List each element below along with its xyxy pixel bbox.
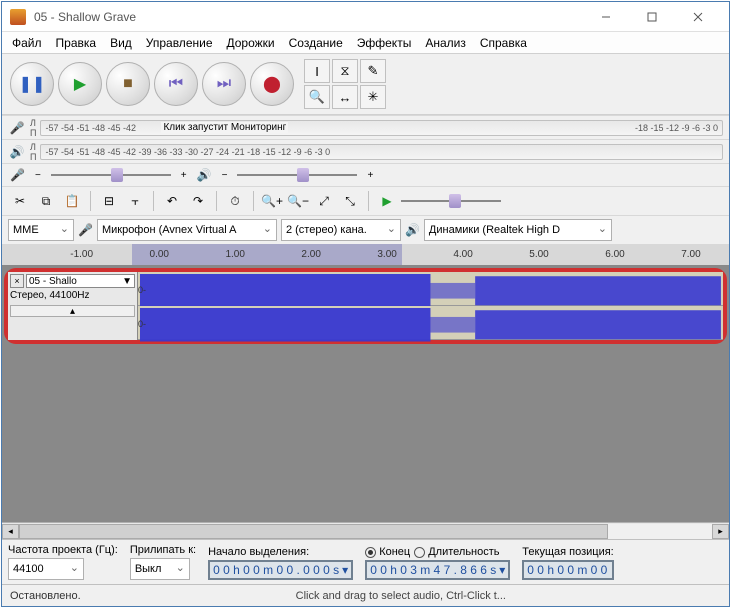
scroll-left-button[interactable]: ◂ bbox=[2, 524, 19, 539]
snap-combo[interactable]: Выкл bbox=[130, 558, 190, 580]
snap-label: Прилипать к: bbox=[130, 544, 196, 556]
rec-vol-icon: 🎤 bbox=[10, 168, 25, 182]
track-header[interactable]: × 05 - Shallo▼ Стерео, 44100Hz ▴ bbox=[8, 272, 138, 340]
menubar: Файл Правка Вид Управление Дорожки Созда… bbox=[2, 32, 729, 54]
envelope-tool[interactable]: ⧖ bbox=[332, 59, 358, 83]
play-speed-slider[interactable] bbox=[401, 194, 501, 208]
scroll-thumb[interactable] bbox=[19, 524, 608, 539]
record-button[interactable]: ⬤ bbox=[250, 62, 294, 106]
horizontal-scrollbar[interactable]: ◂ ▸ bbox=[2, 522, 729, 539]
waveform-area[interactable]: 0- 0- bbox=[138, 272, 723, 340]
draw-tool[interactable]: ✎ bbox=[360, 59, 386, 83]
zoom-in-button[interactable]: 🔍+ bbox=[260, 190, 284, 212]
channels-combo[interactable]: 2 (стерео) кана. bbox=[281, 219, 401, 241]
statusbar: Остановлено. Click and drag to select au… bbox=[2, 584, 729, 606]
menu-view[interactable]: Вид bbox=[104, 34, 138, 52]
project-rate-combo[interactable]: 44100 bbox=[8, 558, 84, 580]
menu-effects[interactable]: Эффекты bbox=[351, 34, 418, 52]
status-hint: Click and drag to select audio, Ctrl-Cli… bbox=[81, 590, 721, 602]
record-device-combo[interactable]: Микрофон (Avnex Virtual A bbox=[97, 219, 277, 241]
zoom-out-button[interactable]: 🔍− bbox=[286, 190, 310, 212]
redo-button[interactable]: ↷ bbox=[186, 190, 210, 212]
record-meter-row: 🎤 ЛП -57 -54 -51 -48 -45 -42-18 -15 -12 … bbox=[2, 115, 729, 139]
app-icon bbox=[10, 9, 26, 25]
undo-button[interactable]: ↶ bbox=[160, 190, 184, 212]
menu-file[interactable]: Файл bbox=[6, 34, 48, 52]
status-left: Остановлено. bbox=[10, 590, 81, 602]
menu-control[interactable]: Управление bbox=[140, 34, 219, 52]
play-at-speed-button[interactable]: ▶ bbox=[375, 190, 399, 212]
selection-tool[interactable]: I bbox=[304, 59, 330, 83]
menu-help[interactable]: Справка bbox=[474, 34, 533, 52]
pause-button[interactable]: ❚❚ bbox=[10, 62, 54, 106]
transport-toolbar: ❚❚ ▶ ■ ⏮ ⏭ ⬤ I ⧖ ✎ 🔍 ↔ ✳ bbox=[2, 54, 729, 115]
monitoring-hint: Клик запустит Мониторинг bbox=[161, 122, 288, 133]
close-button[interactable] bbox=[675, 2, 721, 32]
menu-analyze[interactable]: Анализ bbox=[419, 34, 472, 52]
timeline-area: -1.00 0.00 1.00 2.00 3.00 4.00 5.00 6.00… bbox=[2, 244, 729, 522]
menu-edit[interactable]: Правка bbox=[50, 34, 103, 52]
sync-lock-button[interactable]: ⏱ bbox=[223, 190, 247, 212]
waveform-right bbox=[140, 308, 721, 342]
window-title: 05 - Shallow Grave bbox=[34, 10, 583, 24]
track-close-button[interactable]: × bbox=[10, 274, 24, 288]
time-ruler[interactable]: -1.00 0.00 1.00 2.00 3.00 4.00 5.00 6.00… bbox=[2, 244, 729, 266]
silence-button[interactable]: ⫟ bbox=[123, 190, 147, 212]
fit-selection-button[interactable]: ⤢ bbox=[312, 190, 336, 212]
trim-button[interactable]: ⊟ bbox=[97, 190, 121, 212]
fit-project-button[interactable]: ⤡ bbox=[338, 190, 362, 212]
record-volume-slider[interactable] bbox=[51, 168, 171, 182]
copy-button[interactable]: ⧉ bbox=[34, 190, 58, 212]
minimize-button[interactable] bbox=[583, 2, 629, 32]
record-meter[interactable]: -57 -54 -51 -48 -45 -42-18 -15 -12 -9 -6… bbox=[40, 120, 723, 136]
playback-device-combo[interactable]: Динамики (Realtek High D bbox=[424, 219, 612, 241]
selection-end-time[interactable]: 0 0 h 0 3 m 4 7 . 8 6 6 s▾ bbox=[365, 560, 510, 580]
mic-device-icon: 🎤 bbox=[78, 223, 93, 237]
stop-button[interactable]: ■ bbox=[106, 62, 150, 106]
skip-start-button[interactable]: ⏮ bbox=[154, 62, 198, 106]
paste-button[interactable]: 📋 bbox=[60, 190, 84, 212]
titlebar: 05 - Shallow Grave bbox=[2, 2, 729, 32]
track-1: × 05 - Shallo▼ Стерео, 44100Hz ▴ 0- 0- bbox=[4, 268, 727, 344]
menu-tracks[interactable]: Дорожки bbox=[221, 34, 281, 52]
mic-icon: 🎤 bbox=[8, 121, 26, 135]
cut-button[interactable]: ✂ bbox=[8, 190, 32, 212]
speaker-device-icon: 🔊 bbox=[405, 223, 420, 237]
project-rate-label: Частота проекта (Гц): bbox=[8, 544, 118, 556]
selection-bar: Частота проекта (Гц): 44100 Прилипать к:… bbox=[2, 539, 729, 584]
track-info: Стерео, 44100Hz bbox=[10, 288, 135, 303]
playback-meter-row: 🔊 ЛП -57 -54 -51 -48 -45 -42 -39 -36 -33… bbox=[2, 139, 729, 163]
selection-start-time[interactable]: 0 0 h 0 0 m 0 0 . 0 0 0 s▾ bbox=[208, 560, 353, 580]
track-collapse-button[interactable]: ▴ bbox=[10, 305, 135, 317]
host-combo[interactable]: MME bbox=[8, 219, 74, 241]
audio-position-label: Текущая позиция: bbox=[522, 546, 613, 558]
playback-volume-slider[interactable] bbox=[237, 168, 357, 182]
menu-generate[interactable]: Создание bbox=[283, 34, 349, 52]
mixer-row: 🎤− + 🔊− + bbox=[2, 163, 729, 186]
multi-tool[interactable]: ✳ bbox=[360, 85, 386, 109]
playback-meter[interactable]: -57 -54 -51 -48 -45 -42 -39 -36 -33 -30 … bbox=[40, 144, 723, 160]
skip-end-button[interactable]: ⏭ bbox=[202, 62, 246, 106]
device-toolbar: MME 🎤 Микрофон (Avnex Virtual A 2 (стере… bbox=[2, 215, 729, 244]
play-vol-icon: 🔊 bbox=[197, 168, 212, 182]
speaker-icon: 🔊 bbox=[8, 145, 26, 159]
zoom-tool[interactable]: 🔍 bbox=[304, 85, 330, 109]
selection-start-label: Начало выделения: bbox=[208, 546, 353, 558]
edit-toolbar: ✂ ⧉ 📋 ⊟ ⫟ ↶ ↷ ⏱ 🔍+ 🔍− ⤢ ⤡ ▶ bbox=[2, 186, 729, 215]
timeshift-tool[interactable]: ↔ bbox=[332, 85, 358, 109]
play-button[interactable]: ▶ bbox=[58, 62, 102, 106]
audio-position-time[interactable]: 0 0 h 0 0 m 0 0 bbox=[522, 560, 613, 580]
track-name-dropdown[interactable]: 05 - Shallo▼ bbox=[26, 274, 135, 288]
end-radio[interactable]: Конец bbox=[365, 546, 410, 558]
waveform-left bbox=[140, 274, 721, 308]
maximize-button[interactable] bbox=[629, 2, 675, 32]
scroll-right-button[interactable]: ▸ bbox=[712, 524, 729, 539]
length-radio[interactable]: Длительность bbox=[414, 546, 499, 558]
tool-palette: I ⧖ ✎ 🔍 ↔ ✳ bbox=[304, 59, 394, 109]
